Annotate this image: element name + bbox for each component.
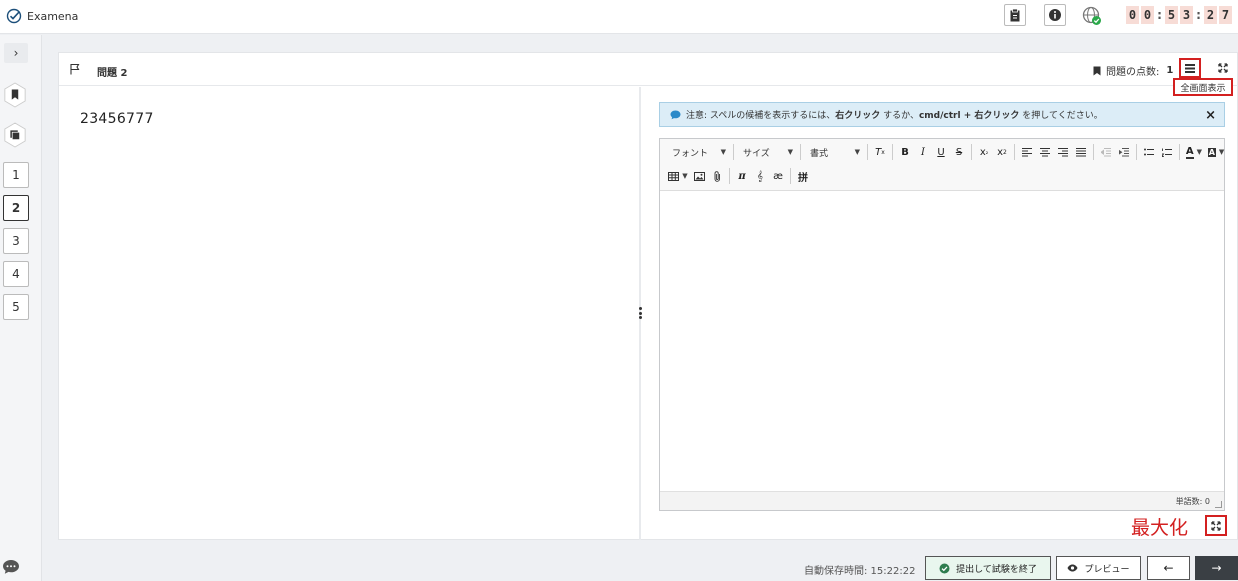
editor-toolbar: フォント ▼ サイズ ▼ 書式 ▼ Tx B I U S x₂ x2 A ▼ A… bbox=[660, 139, 1224, 191]
splitter-handle-icon[interactable] bbox=[637, 307, 643, 319]
question-nav-5[interactable]: 5 bbox=[3, 294, 29, 320]
sidebar-toggle-button[interactable]: › bbox=[4, 43, 28, 63]
notes-hexagon-icon bbox=[4, 122, 26, 148]
exam-timer: 0 0 : 5 3 : 2 7 bbox=[1126, 6, 1232, 24]
points-label: 問題の点数: bbox=[1106, 67, 1160, 78]
question-title: 問題 2 bbox=[97, 68, 128, 79]
strikethrough-icon[interactable]: S bbox=[950, 143, 968, 161]
preview-button[interactable]: プレビュー bbox=[1056, 556, 1141, 580]
editor-status-bar: 単語数: 0 bbox=[660, 491, 1224, 510]
fullscreen-button[interactable] bbox=[1179, 58, 1201, 78]
notice-close-button[interactable]: × bbox=[1205, 108, 1216, 123]
bullet-list-icon[interactable] bbox=[1140, 143, 1158, 161]
question-nav-2[interactable]: 2 bbox=[3, 195, 29, 221]
next-question-button[interactable]: → bbox=[1195, 556, 1238, 580]
clipboard-icon bbox=[1010, 8, 1020, 22]
bookmarked-filter-button[interactable] bbox=[3, 82, 27, 108]
info-button[interactable] bbox=[1044, 4, 1066, 26]
notice-text: 注意: スペルの候補を表示するには、右クリック するか、cmd/ctrl + 右… bbox=[686, 111, 1103, 121]
align-justify-icon[interactable] bbox=[1072, 143, 1090, 161]
align-center-icon[interactable] bbox=[1036, 143, 1054, 161]
timer-digit: 7 bbox=[1219, 6, 1232, 24]
examena-logo-icon bbox=[6, 8, 22, 24]
maximize-annotation-label: 最大化 bbox=[1131, 517, 1189, 539]
clipboard-button[interactable] bbox=[1004, 4, 1026, 26]
bold-icon[interactable]: B bbox=[896, 143, 914, 161]
footer-bar: 自動保存時間: 15:22:22 提出して試験を終了 プレビュー ← → bbox=[42, 546, 1238, 581]
app-name: Examena bbox=[27, 9, 79, 23]
question-nav-1[interactable]: 1 bbox=[3, 162, 29, 188]
question-content-pane: 23456777 bbox=[59, 87, 639, 539]
check-circle-icon bbox=[939, 563, 950, 573]
bookmark-hexagon-icon bbox=[4, 82, 26, 108]
resize-grip-icon[interactable] bbox=[1215, 501, 1222, 508]
question-nav-4[interactable]: 4 bbox=[3, 261, 29, 287]
maximize-arrows-icon bbox=[1211, 520, 1221, 531]
flag-question-button[interactable] bbox=[69, 63, 81, 78]
comment-icon bbox=[670, 110, 681, 119]
app-logo: Examena bbox=[6, 8, 78, 24]
word-count: 単語数: 0 bbox=[1175, 497, 1210, 506]
eye-icon bbox=[1067, 564, 1078, 572]
math-formula-icon[interactable]: π bbox=[733, 167, 751, 185]
chat-button[interactable] bbox=[2, 559, 20, 578]
question-panel: 問題 2 問題の点数: 1 全画面表示 23456777 注意: スペルの候補を… bbox=[58, 52, 1238, 540]
top-bar: Examena 0 0 : 5 3 : 2 7 bbox=[0, 0, 1238, 34]
timer-digit: 0 bbox=[1141, 6, 1154, 24]
background-color-icon[interactable]: A ▼ bbox=[1205, 143, 1227, 161]
expand-button[interactable] bbox=[1216, 61, 1230, 75]
chat-bubble-icon bbox=[3, 560, 19, 574]
superscript-icon[interactable]: x2 bbox=[993, 143, 1011, 161]
numbered-list-icon[interactable] bbox=[1158, 143, 1176, 161]
attachment-icon[interactable] bbox=[708, 167, 726, 185]
format-select[interactable]: 書式 ▼ bbox=[804, 143, 864, 161]
autosave-time: 自動保存時間: 15:22:22 bbox=[804, 566, 916, 577]
submit-label: 提出して試験を終了 bbox=[956, 564, 1037, 575]
question-sidebar: › 1 2 3 4 5 bbox=[0, 35, 42, 581]
fullscreen-icon bbox=[1185, 63, 1195, 73]
align-right-icon[interactable] bbox=[1054, 143, 1072, 161]
indent-icon[interactable] bbox=[1115, 143, 1133, 161]
question-points: 問題の点数: 1 bbox=[1093, 63, 1173, 78]
preview-label: プレビュー bbox=[1084, 564, 1130, 575]
question-text: 23456777 bbox=[80, 111, 154, 127]
remove-format-icon[interactable]: Tx bbox=[871, 143, 889, 161]
previous-question-button[interactable]: ← bbox=[1147, 556, 1190, 580]
italic-icon[interactable]: I bbox=[914, 143, 932, 161]
align-left-icon[interactable] bbox=[1018, 143, 1036, 161]
timer-digit: 5 bbox=[1165, 6, 1178, 24]
flag-icon bbox=[70, 63, 80, 75]
bookmark-icon bbox=[1093, 66, 1101, 75]
maximize-editor-button[interactable] bbox=[1205, 515, 1227, 536]
font-select[interactable]: フォント ▼ bbox=[666, 143, 730, 161]
expand-arrows-icon bbox=[1218, 63, 1228, 73]
points-value: 1 bbox=[1166, 65, 1174, 76]
outdent-icon[interactable] bbox=[1097, 143, 1115, 161]
network-status[interactable] bbox=[1081, 5, 1103, 27]
timer-digit: 3 bbox=[1180, 6, 1193, 24]
editor-text-area[interactable] bbox=[660, 191, 1224, 491]
image-icon[interactable] bbox=[690, 167, 708, 185]
music-notation-icon[interactable]: 𝄞 bbox=[751, 167, 769, 185]
question-nav-3[interactable]: 3 bbox=[3, 228, 29, 254]
spellcheck-notice: 注意: スペルの候補を表示するには、右クリック するか、cmd/ctrl + 右… bbox=[659, 102, 1225, 127]
size-select[interactable]: サイズ ▼ bbox=[737, 143, 797, 161]
timer-digit: 2 bbox=[1204, 6, 1217, 24]
timer-digit: 0 bbox=[1126, 6, 1139, 24]
answered-filter-button[interactable] bbox=[3, 122, 27, 148]
special-characters-icon[interactable]: æ bbox=[769, 167, 787, 185]
rich-text-editor: フォント ▼ サイズ ▼ 書式 ▼ Tx B I U S x₂ x2 A ▼ A… bbox=[659, 138, 1225, 511]
submit-exam-button[interactable]: 提出して試験を終了 bbox=[925, 556, 1051, 580]
underline-icon[interactable]: U bbox=[932, 143, 950, 161]
phonetic-guide-icon[interactable]: 拼 bbox=[794, 167, 812, 185]
table-icon[interactable]: ▼ bbox=[666, 167, 690, 185]
text-color-icon[interactable]: A ▼ bbox=[1183, 143, 1205, 161]
fullscreen-tooltip: 全画面表示 bbox=[1173, 78, 1233, 96]
subscript-icon[interactable]: x₂ bbox=[975, 143, 993, 161]
info-icon bbox=[1049, 9, 1061, 21]
globe-connected-icon bbox=[1082, 6, 1101, 25]
question-header: 問題 2 問題の点数: 1 bbox=[59, 53, 1238, 86]
